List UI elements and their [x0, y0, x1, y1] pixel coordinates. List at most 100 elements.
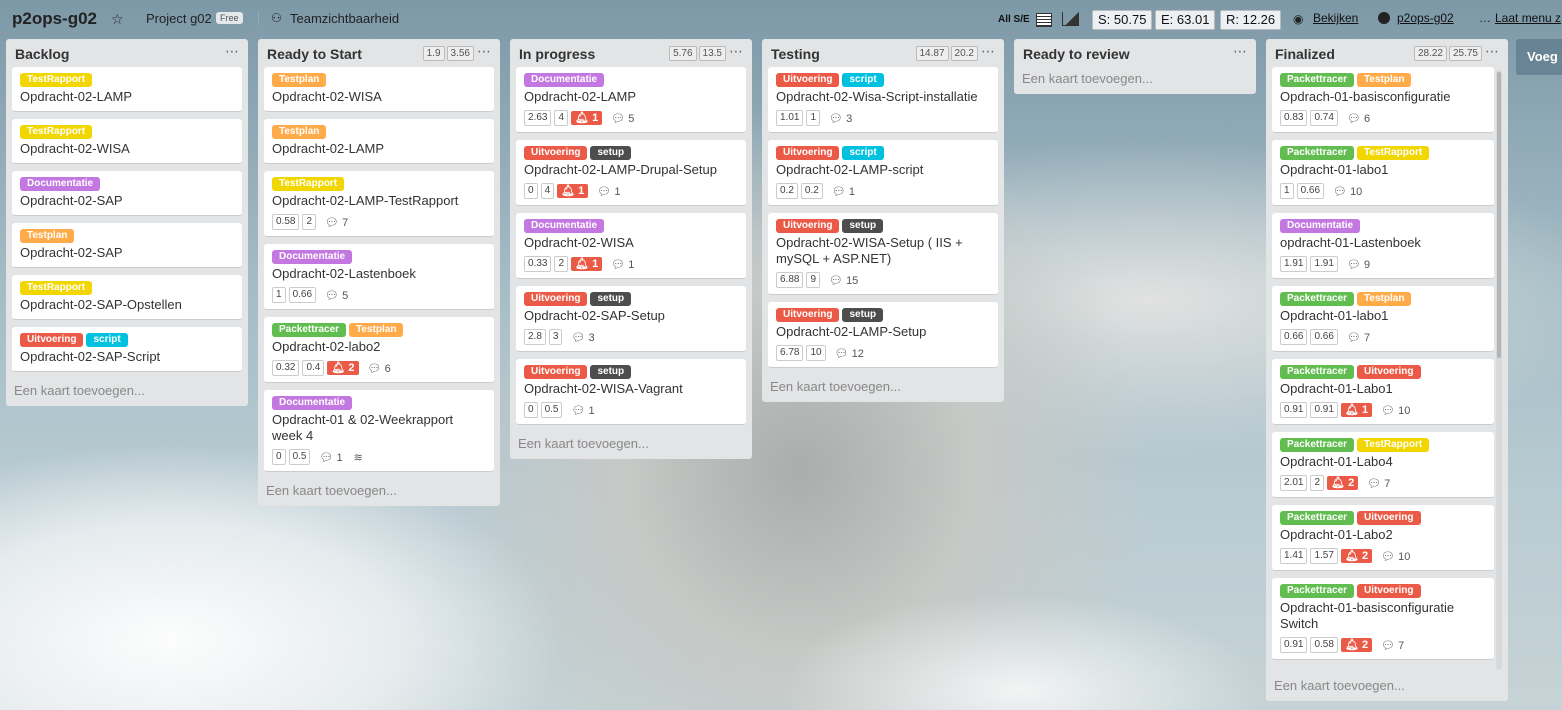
card[interactable]: Packettracer TestRapport Opdracht-01-labo1…: [1272, 140, 1494, 206]
card[interactable]: Testplan Opdracht-02-LAMP: [264, 119, 494, 164]
label-documentatie: Documentatie: [20, 177, 101, 191]
list-menu-icon[interactable]: ⋯: [1233, 43, 1248, 60]
burndown-chart-icon[interactable]: [1062, 12, 1079, 26]
card[interactable]: Documentatie Opdracht-02-Lastenboek 1 0.66 💬…: [264, 244, 494, 310]
card[interactable]: Packettracer Testplan Opdrach-01-basisconf…: [1272, 67, 1494, 133]
card-badges: 0.58 2 💬︎ 7: [272, 214, 486, 230]
comments-badge: 💬︎ 7: [1381, 639, 1404, 652]
card-title[interactable]: Opdracht-02-WISA: [524, 235, 738, 251]
card-title[interactable]: Opdracht-02-Wisa-Script-installatie: [776, 89, 990, 105]
eye-icon[interactable]: ◉: [1293, 12, 1303, 26]
card[interactable]: Packettracer Testplan Opdracht-02-labo2 0.3…: [264, 317, 494, 383]
card-title[interactable]: Opdracht-02-WISA-Vagrant: [524, 381, 738, 397]
menu-icon[interactable]: …: [1479, 11, 1491, 25]
card-title[interactable]: Opdracht-02-LAMP-TestRapport: [272, 193, 486, 209]
card[interactable]: Testplan Opdracht-02-SAP: [12, 223, 242, 268]
card[interactable]: Uitvoering setup Opdracht-02-SAP-Setup 2.8 3…: [516, 286, 746, 352]
list-stat-badge: 25.75: [1448, 46, 1482, 61]
card[interactable]: Uitvoering script Opdracht-02-LAMP-script 0…: [768, 140, 998, 206]
card[interactable]: Documentatie Opdracht-02-SAP: [12, 171, 242, 216]
card-list: TestRapport Opdracht-02-LAMP TestRapport Op…: [6, 67, 248, 372]
card[interactable]: Testplan Opdracht-02-WISA: [264, 67, 494, 112]
card-title[interactable]: Opdracht-02-SAP-Opstellen: [20, 297, 234, 313]
card[interactable]: Uitvoering script Opdracht-02-Wisa-Script-…: [768, 67, 998, 133]
card-title[interactable]: Opdracht-02-LAMP: [272, 141, 486, 157]
card-title[interactable]: Opdracht-01-labo1: [1280, 162, 1486, 178]
table-view-icon[interactable]: [1036, 13, 1052, 27]
comment-icon: 💬︎: [325, 289, 343, 302]
card-title[interactable]: Opdracht-02-labo2: [272, 339, 486, 355]
finalized-scrollbar-thumb[interactable]: [1497, 72, 1501, 358]
list-menu-icon[interactable]: ⋯: [477, 43, 492, 60]
add-list-button[interactable]: Voeg e: [1516, 39, 1562, 75]
card-title[interactable]: Opdracht-02-Lastenboek: [272, 266, 486, 282]
card-title[interactable]: Opdracht-02-WISA: [272, 89, 486, 105]
card-title[interactable]: Opdracht-02-SAP: [20, 193, 234, 209]
github-link[interactable]: p2ops-g02: [1397, 11, 1454, 25]
card[interactable]: Uitvoering script Opdracht-02-SAP-Script: [12, 327, 242, 372]
show-menu-link[interactable]: Laat menu z: [1495, 11, 1561, 25]
card-title[interactable]: Opdracht-02-LAMP-Drupal-Setup: [524, 162, 738, 178]
add-card-link[interactable]: Een kaart toevoegen...: [1266, 670, 1508, 701]
card-title[interactable]: Opdracht-02-LAMP: [524, 89, 738, 105]
card[interactable]: Packettracer Testplan Opdracht-01-labo1 0.6…: [1272, 286, 1494, 352]
card[interactable]: Packettracer Uitvoering Opdracht-01-Labo2 1…: [1272, 505, 1494, 571]
all-se-toggle[interactable]: All S/E: [998, 14, 1030, 25]
card[interactable]: TestRapport Opdracht-02-SAP-Opstellen: [12, 275, 242, 320]
add-card-link[interactable]: Een kaart toevoegen...: [258, 479, 500, 506]
points-badge: 1: [272, 287, 286, 303]
visibility-button[interactable]: Teamzichtbaarheid: [290, 11, 399, 26]
card[interactable]: Documentatie opdracht-01-Lastenboek 1.91 1.…: [1272, 213, 1494, 279]
card-title[interactable]: Opdracht-01-Labo4: [1280, 454, 1486, 470]
card-title[interactable]: Opdracht-02-LAMP-Setup: [776, 324, 990, 340]
list-menu-icon[interactable]: ⋯: [981, 43, 996, 60]
card-title[interactable]: Opdracht-02-SAP: [20, 245, 234, 261]
list-title[interactable]: Ready to Start: [267, 46, 362, 62]
card[interactable]: TestRapport Opdracht-02-LAMP: [12, 67, 242, 112]
list-title[interactable]: Finalized: [1275, 46, 1335, 62]
add-card-link[interactable]: Een kaart toevoegen...: [1014, 67, 1256, 94]
card[interactable]: Packettracer Uitvoering Opdracht-01-basisc…: [1272, 578, 1494, 660]
card-title[interactable]: Opdrach-01-basisconfiguratie: [1280, 89, 1486, 105]
add-card-link[interactable]: Een kaart toevoegen...: [510, 432, 752, 459]
star-icon[interactable]: ☆: [111, 11, 124, 28]
list-title[interactable]: Backlog: [15, 46, 69, 62]
card-title[interactable]: opdracht-01-Lastenboek: [1280, 235, 1486, 251]
card[interactable]: Packettracer Uitvoering Opdracht-01-Labo1 0…: [1272, 359, 1494, 425]
card[interactable]: Documentatie Opdracht-02-LAMP 2.63 4 🔔︎ 1 💬︎ …: [516, 67, 746, 133]
add-card-link[interactable]: Een kaart toevoegen...: [762, 375, 1004, 402]
card[interactable]: Uitvoering setup Opdracht-02-LAMP-Drupal-S…: [516, 140, 746, 206]
board-title[interactable]: p2ops-g02: [12, 9, 97, 29]
view-link[interactable]: Bekijken: [1313, 11, 1358, 25]
card-title[interactable]: Opdracht-02-SAP-Script: [20, 349, 234, 365]
card-title[interactable]: Opdracht-02-WISA: [20, 141, 234, 157]
card[interactable]: Uitvoering setup Opdracht-02-LAMP-Setup 6.7…: [768, 302, 998, 368]
card[interactable]: Uitvoering setup Opdracht-02-WISA-Vagrant 0…: [516, 359, 746, 425]
card-title[interactable]: Opdracht-01-Labo2: [1280, 527, 1486, 543]
list-title[interactable]: In progress: [519, 46, 595, 62]
list-title[interactable]: Testing: [771, 46, 820, 62]
comments-badge: 💬︎ 15: [829, 274, 858, 287]
card-title[interactable]: Opdracht-02-LAMP-script: [776, 162, 990, 178]
list-title[interactable]: Ready to review: [1023, 46, 1130, 62]
card-title[interactable]: Opdracht-01-labo1: [1280, 308, 1486, 324]
list-menu-icon[interactable]: ⋯: [729, 43, 744, 60]
card-title[interactable]: Opdracht-02-WISA-Setup ( IIS + mySQL + A…: [776, 235, 990, 267]
list-menu-icon[interactable]: ⋯: [225, 43, 240, 60]
card[interactable]: TestRapport Opdracht-02-LAMP-TestRapport 0…: [264, 171, 494, 237]
list-menu-icon[interactable]: ⋯: [1485, 43, 1500, 60]
card-title[interactable]: Opdracht-02-LAMP: [20, 89, 234, 105]
card-title[interactable]: Opdracht-02-SAP-Setup: [524, 308, 738, 324]
card[interactable]: Packettracer TestRapport Opdracht-01-Labo4…: [1272, 432, 1494, 498]
card-title[interactable]: Opdracht-01-Labo1: [1280, 381, 1486, 397]
card[interactable]: Documentatie Opdracht-01 & 02-Weekrapport…: [264, 390, 494, 472]
team-name[interactable]: Project g02: [146, 11, 212, 26]
card[interactable]: TestRapport Opdracht-02-WISA: [12, 119, 242, 164]
comments-badge: 💬︎ 1: [832, 185, 855, 198]
github-icon[interactable]: [1378, 12, 1390, 24]
card-title[interactable]: Opdracht-01-basisconfiguratie Switch: [1280, 600, 1486, 632]
card-title[interactable]: Opdracht-01 & 02-Weekrapport week 4: [272, 412, 486, 444]
add-card-link[interactable]: Een kaart toevoegen...: [6, 379, 248, 406]
card[interactable]: Uitvoering setup Opdracht-02-WISA-Setup ( …: [768, 213, 998, 295]
card[interactable]: Documentatie Opdracht-02-WISA 0.33 2 🔔︎ 1 💬︎ …: [516, 213, 746, 279]
